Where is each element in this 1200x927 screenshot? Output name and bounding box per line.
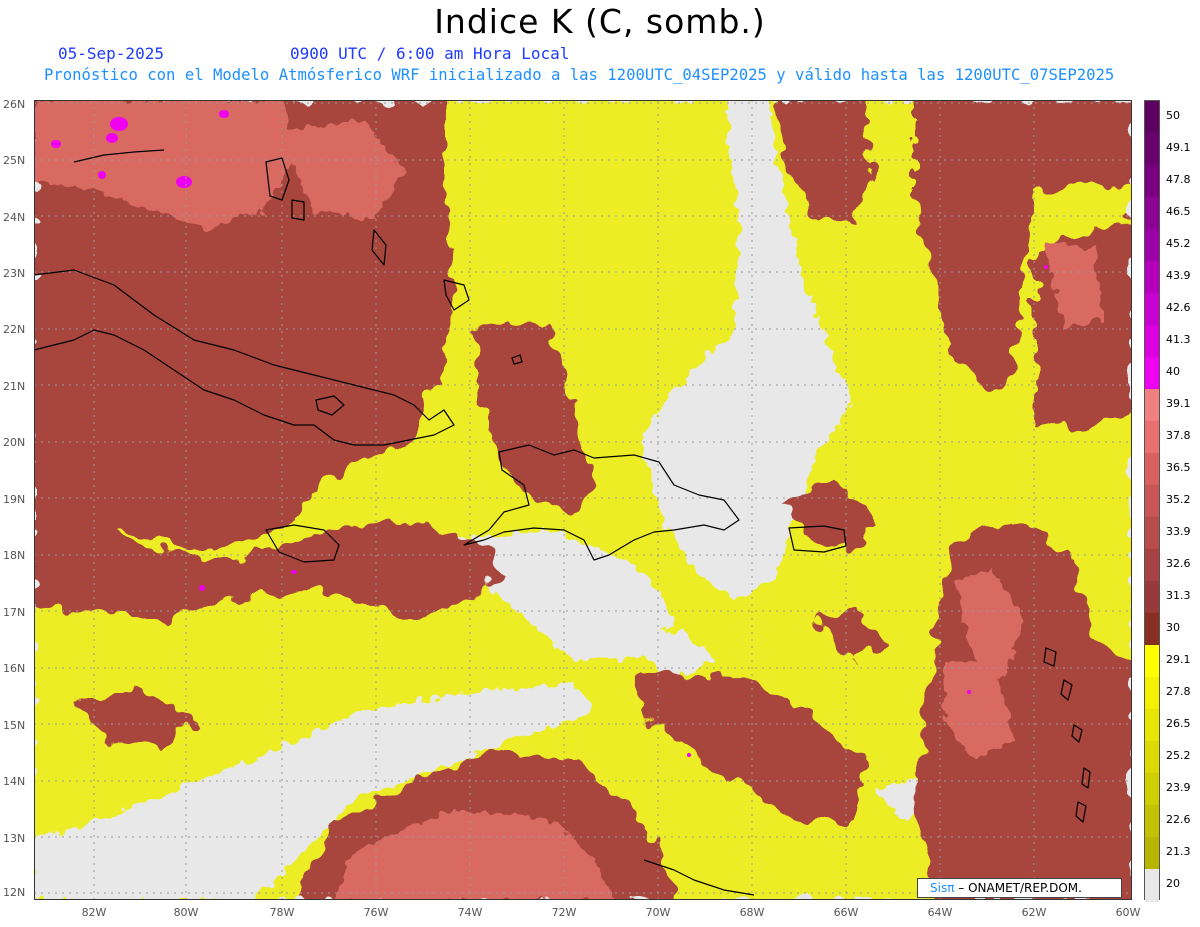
colorbar-label: 27.8 (1166, 685, 1191, 698)
colorbar-label: 26.5 (1166, 717, 1191, 730)
weather-map (34, 100, 1132, 900)
forecast-time: 0900 UTC / 6:00 am Hora Local (290, 44, 570, 63)
colorbar-label: 41.3 (1166, 333, 1191, 346)
lon-label: 70W (645, 906, 671, 919)
brand-logo: Sisπ (930, 881, 955, 895)
lon-label: 66W (833, 906, 859, 919)
colorbar-swatch (1145, 677, 1159, 710)
colorbar-label: 32.6 (1166, 557, 1191, 570)
colorbar-swatch (1145, 133, 1159, 166)
colorbar-label: 21.3 (1166, 845, 1191, 858)
colorbar-swatch (1145, 197, 1159, 230)
credit-text: – ONAMET/REP.DOM. (958, 881, 1082, 895)
colorbar-label: 20 (1166, 877, 1180, 890)
colorbar-label: 33.9 (1166, 525, 1191, 538)
colorbar-swatch (1145, 805, 1159, 838)
colorbar-label: 50 (1166, 109, 1180, 122)
colorbar-label: 35.2 (1166, 493, 1191, 506)
colorbar-swatch (1145, 581, 1159, 614)
colorbar-swatch (1145, 453, 1159, 486)
lon-label: 68W (739, 906, 765, 919)
lat-label: 14N (3, 775, 26, 788)
colorbar-swatch (1145, 421, 1159, 454)
colorbar-label: 30 (1166, 621, 1180, 634)
colorbar-label: 46.5 (1166, 205, 1191, 218)
colorbar-swatch (1145, 837, 1159, 870)
colorbar-label: 25.2 (1166, 749, 1191, 762)
lon-label: 80W (173, 906, 199, 919)
lat-label: 26N (3, 98, 26, 111)
colorbar-swatch (1145, 229, 1159, 262)
forecast-date: 05-Sep-2025 (58, 44, 164, 63)
colorbar-swatch (1145, 261, 1159, 294)
colorbar-swatch (1145, 485, 1159, 518)
lat-label: 25N (3, 154, 26, 167)
lat-label: 17N (3, 606, 26, 619)
colorbar-swatch (1145, 325, 1159, 358)
lat-label: 20N (3, 436, 26, 449)
colorbar-label: 49.1 (1166, 141, 1191, 154)
lat-label: 15N (3, 719, 26, 732)
colorbar-label: 31.3 (1166, 589, 1191, 602)
lat-label: 12N (3, 886, 26, 899)
lon-label: 72W (551, 906, 577, 919)
colorbar-swatch (1145, 645, 1159, 678)
lat-label: 19N (3, 493, 26, 506)
colorbar-label: 39.1 (1166, 397, 1191, 410)
lat-label: 22N (3, 323, 26, 336)
colorbar-label: 47.8 (1166, 173, 1191, 186)
colorbar-swatch (1145, 101, 1159, 134)
colorbar-swatch (1145, 773, 1159, 806)
colorbar-swatch (1145, 165, 1159, 198)
colorbar-swatch (1145, 869, 1159, 902)
colorbar-swatch (1145, 357, 1159, 390)
lat-label: 23N (3, 267, 26, 280)
lon-label: 64W (927, 906, 953, 919)
map-title: Indice K (C, somb.) (434, 2, 766, 41)
colorbar-label: 43.9 (1166, 269, 1191, 282)
lat-label: 13N (3, 832, 26, 845)
lat-label: 21N (3, 380, 26, 393)
lat-label: 16N (3, 662, 26, 675)
lon-label: 76W (363, 906, 389, 919)
colorbar-swatch (1145, 709, 1159, 742)
colorbar-swatch (1145, 293, 1159, 326)
lon-label: 78W (269, 906, 295, 919)
colorbar-label: 22.6 (1166, 813, 1191, 826)
colorbar-swatch (1145, 389, 1159, 422)
lat-label: 18N (3, 549, 26, 562)
colorbar-label: 37.8 (1166, 429, 1191, 442)
lon-label: 82W (81, 906, 107, 919)
colorbar-swatch (1145, 741, 1159, 774)
colorbar (1144, 100, 1160, 902)
lon-label: 74W (457, 906, 483, 919)
colorbar-label: 40 (1166, 365, 1180, 378)
colorbar-swatch (1145, 549, 1159, 582)
colorbar-label: 23.9 (1166, 781, 1191, 794)
colorbar-label: 36.5 (1166, 461, 1191, 474)
colorbar-label: 45.2 (1166, 237, 1191, 250)
lat-label: 24N (3, 211, 26, 224)
colorbar-label: 29.1 (1166, 653, 1191, 666)
colorbar-swatch (1145, 517, 1159, 550)
colorbar-label: 42.6 (1166, 301, 1191, 314)
lon-label: 60W (1115, 906, 1141, 919)
credit-box: Sisπ – ONAMET/REP.DOM. (917, 878, 1122, 898)
lon-label: 62W (1021, 906, 1047, 919)
forecast-description: Pronóstico con el Modelo Atmósferico WRF… (44, 66, 1115, 84)
colorbar-swatch (1145, 613, 1159, 646)
